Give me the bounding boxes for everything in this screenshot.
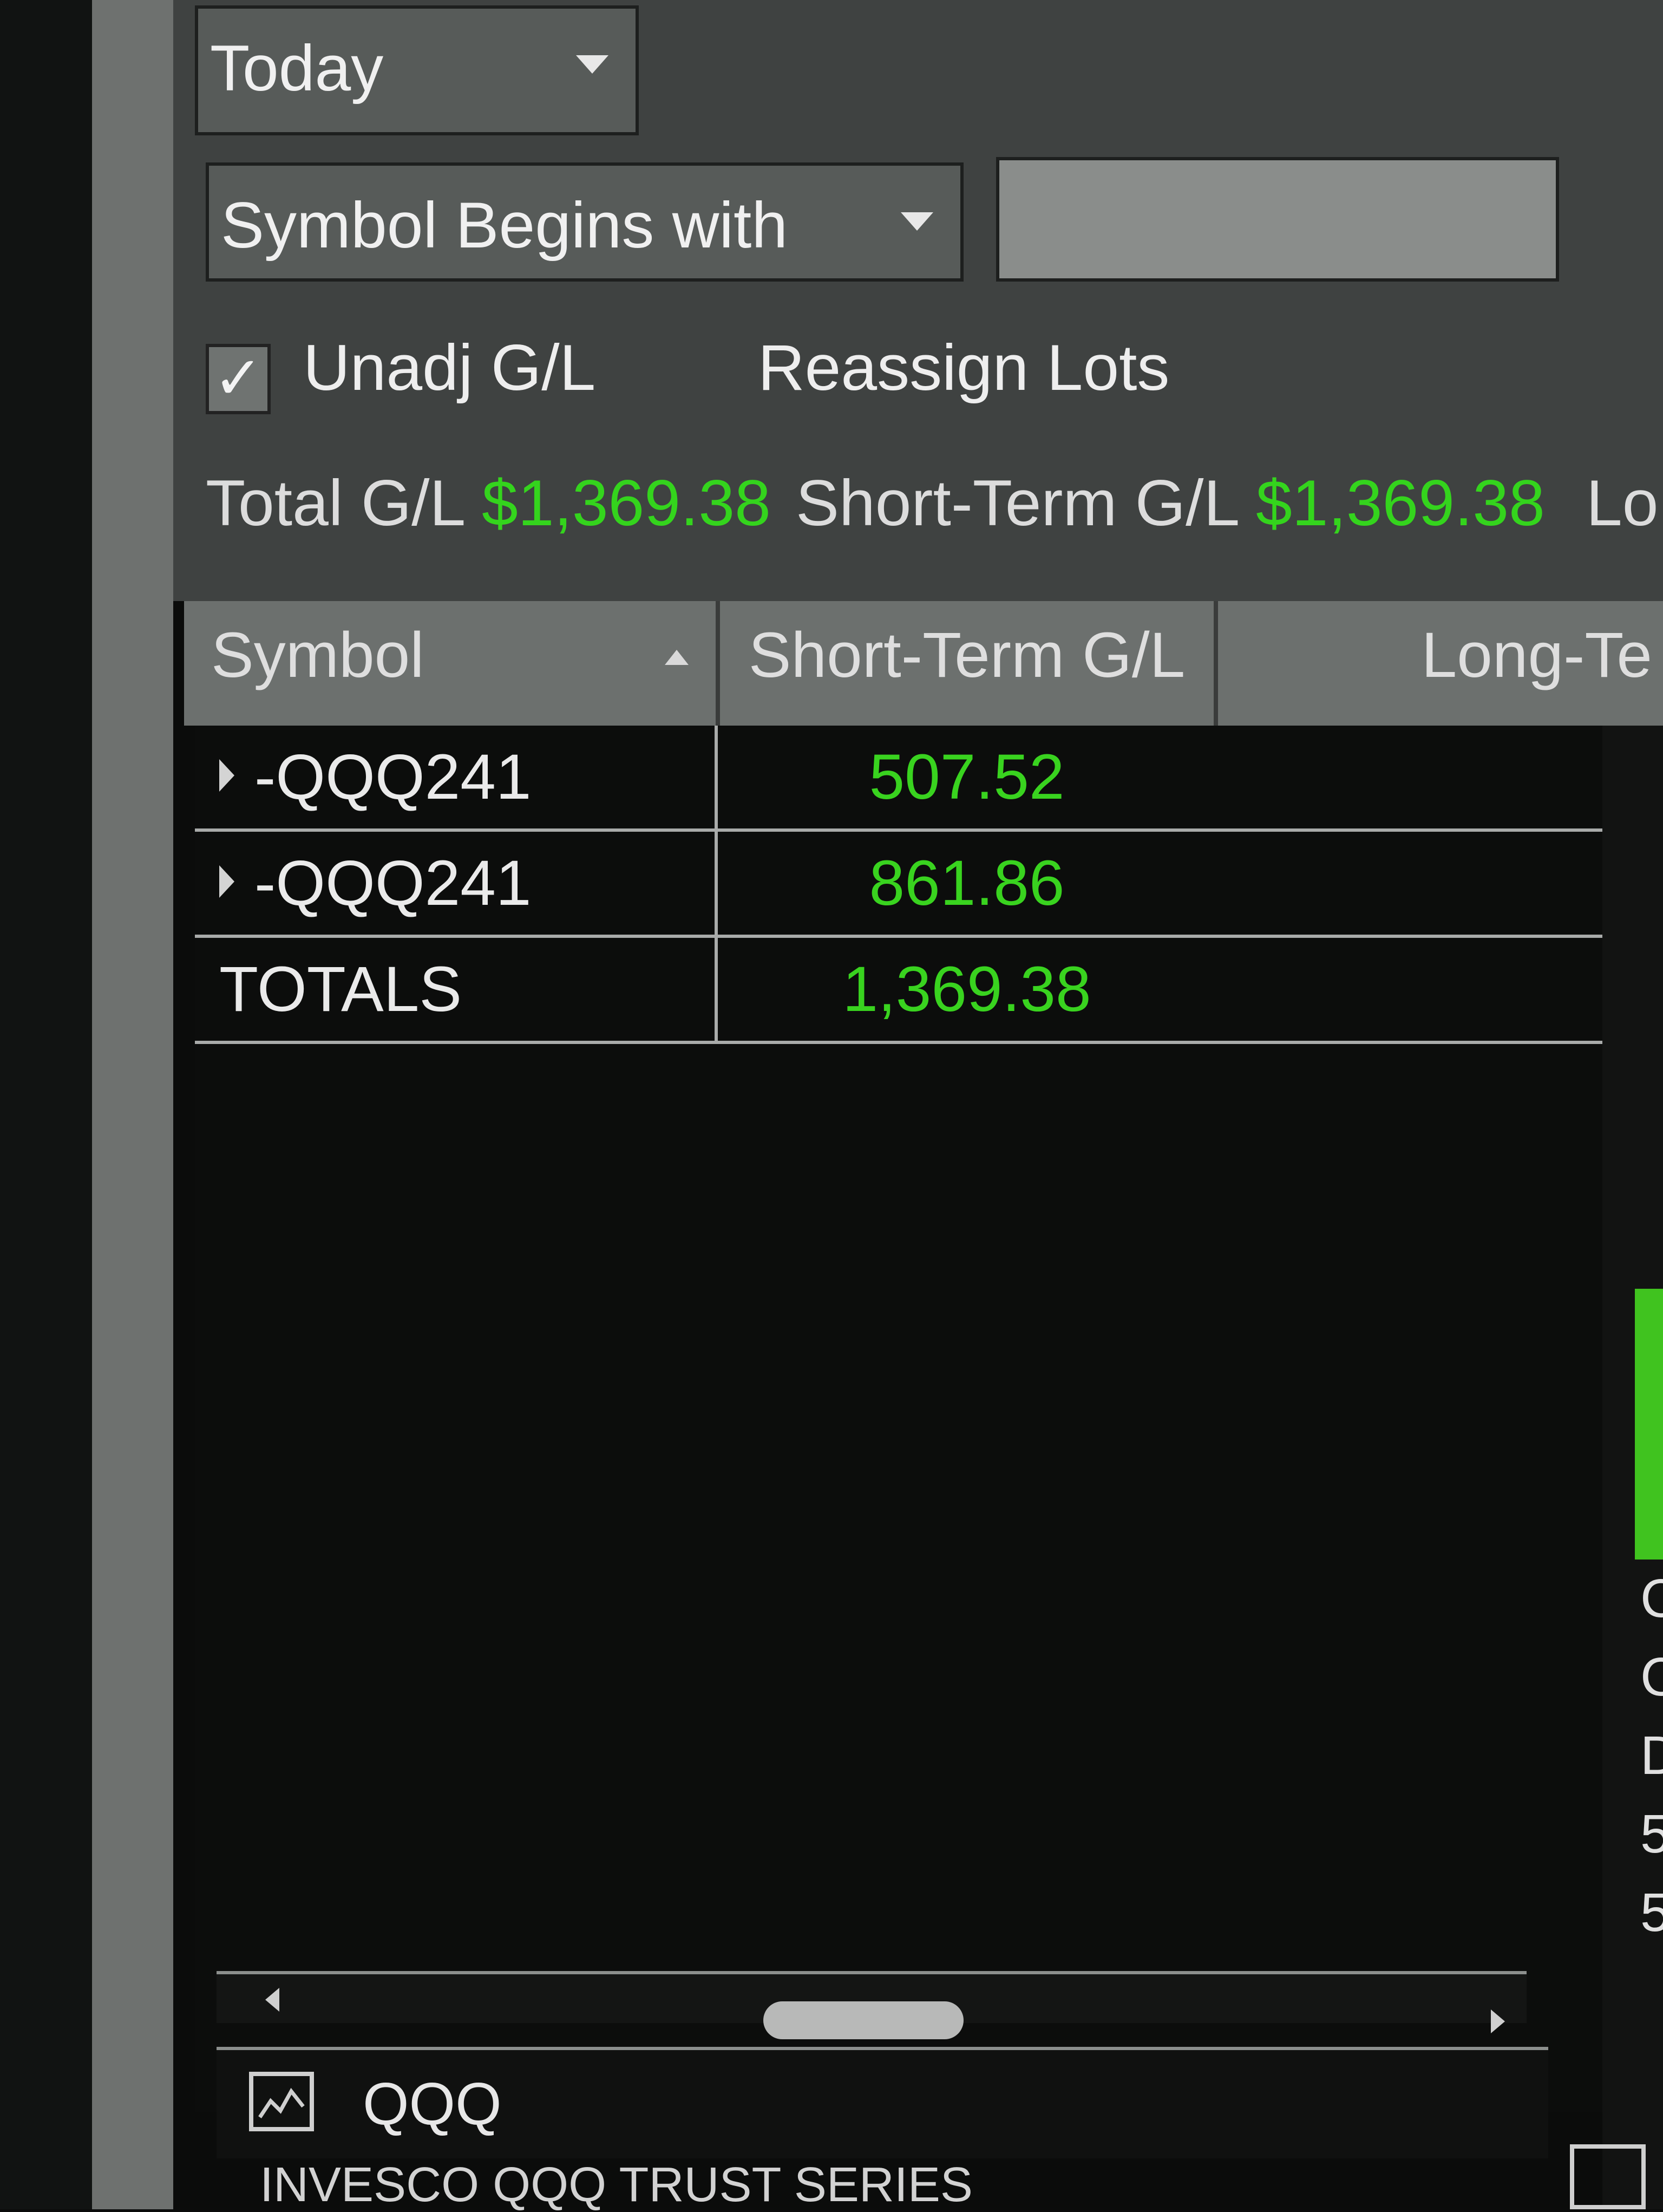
right-label: C <box>1640 1647 1663 1707</box>
horizontal-scrollbar[interactable] <box>217 1971 1527 2039</box>
short-term-gl-label: Short-Term G/L <box>796 467 1240 539</box>
scroll-left-icon[interactable] <box>265 1988 279 2012</box>
short-term-gl-total-cell: 1,369.38 <box>842 954 1091 1025</box>
window-edge <box>92 0 173 2209</box>
gl-table: -QQQ241 507.52 -QQQ241 861.86 TOTALS 1,3… <box>195 726 1606 2112</box>
column-header-short-term[interactable]: Short-Term G/L <box>720 601 1218 726</box>
monitor-bezel <box>0 0 92 2209</box>
total-gl-label: Total G/L <box>206 467 466 539</box>
column-header-symbol-label: Symbol <box>211 619 424 691</box>
right-label: 52 <box>1640 1804 1663 1864</box>
symbol-cell: -QQQ241 <box>195 726 718 828</box>
symbol-filter-value: Symbol Begins with <box>221 189 788 262</box>
column-header-long-term[interactable]: Long-Te <box>1218 601 1663 726</box>
short-term-gl-value: $1,369.38 <box>1256 467 1545 539</box>
short-term-gl-cell: 861.86 <box>869 847 1065 919</box>
unadj-gl-checkbox[interactable]: ✓ <box>206 344 271 414</box>
symbol-filter-input[interactable] <box>996 157 1559 282</box>
right-panel-labels: C C D 52 52 <box>1640 1560 1663 1952</box>
totals-row: TOTALS 1,369.38 <box>195 938 1602 1044</box>
right-label: D <box>1640 1725 1663 1786</box>
totals-label: TOTALS <box>219 954 462 1025</box>
scrollbar-thumb[interactable] <box>763 2001 964 2039</box>
table-row[interactable]: -QQQ241 861.86 <box>195 832 1602 938</box>
unadj-gl-label: Unadj G/L <box>303 331 596 404</box>
level-bar <box>1635 1289 1663 1560</box>
short-term-gl-cell: 507.52 <box>869 741 1065 813</box>
quote-description: INVESCO QQQ TRUST SERIES <box>260 2158 973 2212</box>
symbol-text: -QQQ241 <box>254 847 532 919</box>
chevron-down-icon <box>576 55 608 74</box>
column-header-short-term-label: Short-Term G/L <box>748 619 1186 691</box>
scroll-right-icon[interactable] <box>1491 2009 1505 2033</box>
expand-arrow-icon[interactable] <box>219 865 234 898</box>
quote-bar: QQQ <box>217 2047 1548 2158</box>
symbol-text: -QQQ241 <box>254 741 532 813</box>
table-row[interactable]: -QQQ241 507.52 <box>195 726 1602 832</box>
symbol-filter-select[interactable]: Symbol Begins with <box>206 162 964 282</box>
right-label: 52 <box>1640 1882 1663 1943</box>
long-term-gl-label: Lo <box>1586 467 1659 539</box>
symbol-cell: TOTALS <box>195 938 718 1041</box>
reassign-lots-link[interactable]: Reassign Lots <box>758 330 1169 405</box>
chart-icon[interactable] <box>1570 2144 1646 2209</box>
right-label: C <box>1640 1568 1663 1629</box>
expand-arrow-icon[interactable] <box>219 759 234 792</box>
column-header-long-term-label: Long-Te <box>1421 619 1652 691</box>
chart-icon[interactable] <box>249 2072 314 2131</box>
column-header-symbol[interactable]: Symbol <box>184 601 720 726</box>
date-range-select[interactable]: Today <box>195 5 639 135</box>
total-gl-value: $1,369.38 <box>482 467 771 539</box>
sort-ascending-icon <box>665 650 689 665</box>
date-range-value: Today <box>210 32 384 105</box>
grid-header: Symbol Short-Term G/L Long-Te <box>184 601 1663 726</box>
chevron-down-icon <box>901 212 933 231</box>
symbol-cell: -QQQ241 <box>195 832 718 935</box>
quote-symbol[interactable]: QQQ <box>363 2050 502 2158</box>
